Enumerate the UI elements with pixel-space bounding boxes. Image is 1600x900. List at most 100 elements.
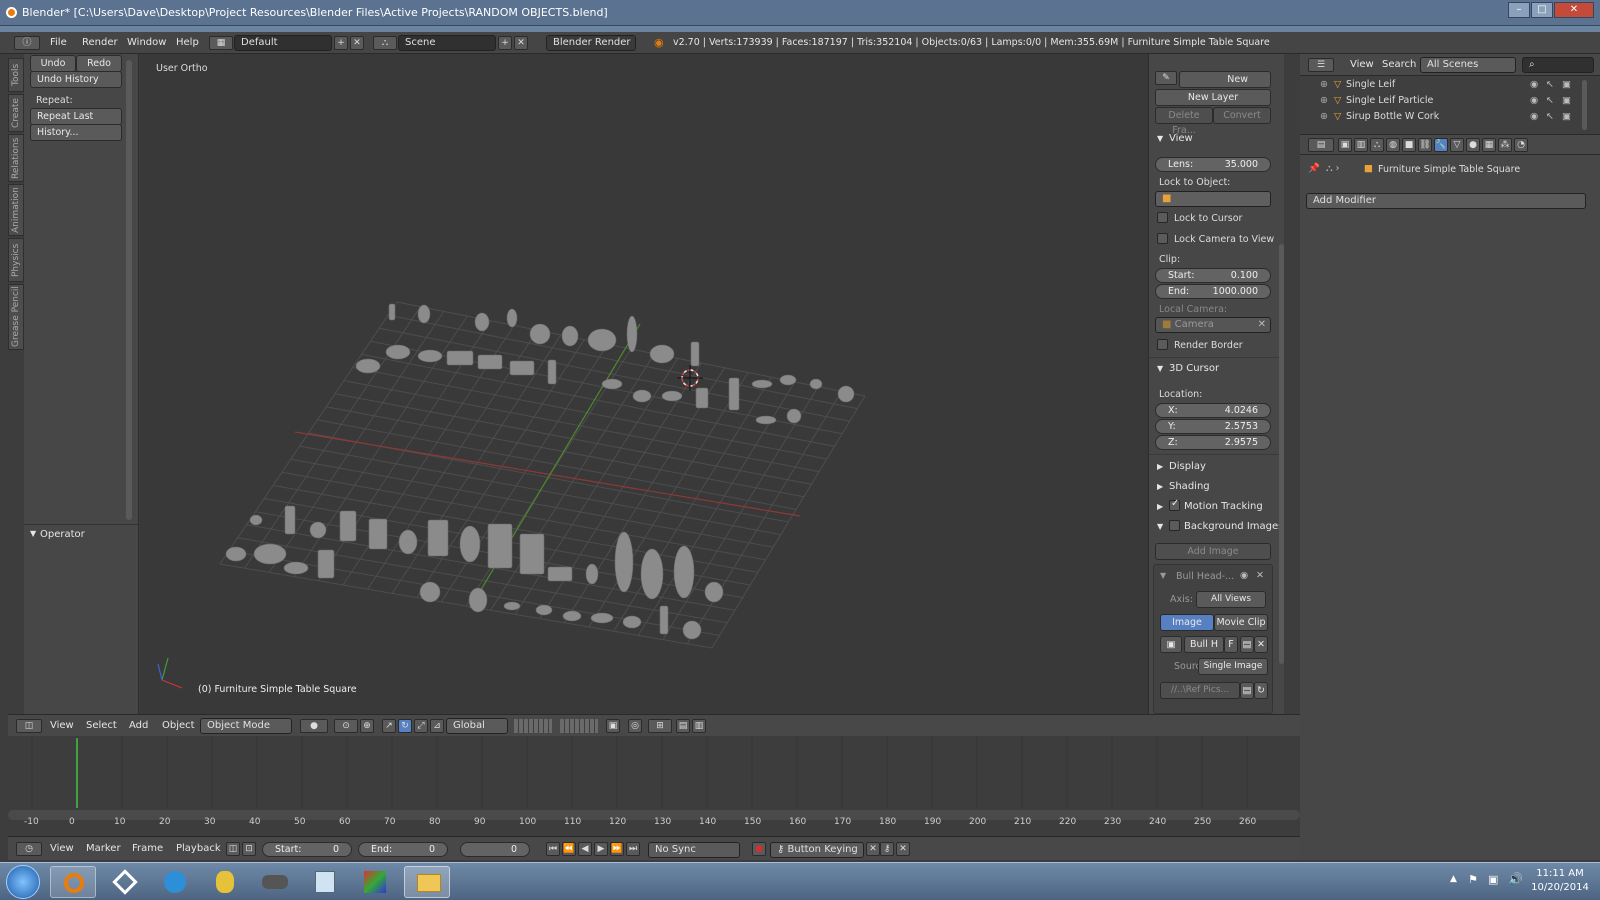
menu-window[interactable]: Window [127, 37, 166, 48]
current-frame-field[interactable]: 0 [460, 842, 530, 857]
axis-select[interactable]: All Views [1196, 591, 1266, 608]
open-image-icon[interactable]: ▤ [1240, 636, 1254, 653]
physics-context-icon[interactable]: ◔ [1514, 138, 1528, 152]
menu-help[interactable]: Help [176, 37, 199, 48]
taskbar-game-icon[interactable] [252, 866, 298, 898]
remove-layout-icon[interactable]: ✕ [350, 36, 364, 50]
display-panel-header[interactable]: Display [1169, 461, 1206, 472]
unlink-image-icon[interactable]: ✕ [1254, 636, 1268, 653]
bg-remove-icon[interactable]: ✕ [1256, 570, 1264, 581]
texture-context-icon[interactable]: ▦ [1482, 138, 1496, 152]
browse-path-icon[interactable]: ▤ [1240, 682, 1254, 699]
cursor-z-field[interactable]: Z: 2.9575 [1155, 435, 1271, 450]
remove-scene-icon[interactable]: ✕ [514, 36, 528, 50]
pivot-point-icon[interactable]: ⊙ [334, 719, 358, 733]
editor-type-3d-view-icon[interactable]: ◫ [16, 719, 42, 733]
editor-type-timeline-icon[interactable]: ◷ [16, 842, 42, 856]
taskbar-file-explorer-icon[interactable] [404, 866, 450, 898]
motion-tracking-header[interactable]: Motion Tracking [1184, 501, 1263, 512]
add-layout-icon[interactable]: + [334, 36, 348, 50]
render-engine-select[interactable]: Blender Render [546, 35, 636, 51]
interaction-mode-select[interactable]: Object Mode [200, 718, 292, 734]
tray-network-icon[interactable]: ▣ [1488, 873, 1498, 886]
jump-key-back-icon[interactable]: ⏪ [562, 842, 576, 856]
visibility-eye-icon[interactable]: ◉ [1530, 79, 1538, 90]
renderable-camera-icon[interactable]: ▣ [1562, 79, 1571, 90]
scene-context-icon[interactable]: ⛬ [1370, 138, 1384, 152]
translate-manipulator-icon[interactable]: ↗ [382, 719, 396, 733]
tray-flag-icon[interactable]: ⚑ [1468, 873, 1478, 886]
manipulator-toggle-icon[interactable]: ⊕ [360, 719, 374, 733]
constraints-context-icon[interactable]: ⛓ [1418, 138, 1432, 152]
sync-mode-select[interactable]: No Sync [648, 842, 740, 858]
lens-field[interactable]: Lens: 35.000 [1155, 157, 1271, 172]
clip-start-field[interactable]: Start: 0.100 [1155, 268, 1271, 283]
source-select[interactable]: Single Image [1198, 658, 1268, 675]
repeat-last-button[interactable]: Repeat Last [30, 108, 122, 125]
selectable-arrow-icon[interactable]: ↖ [1546, 95, 1554, 106]
play-reverse-icon[interactable]: ◀ [578, 842, 592, 856]
shading-panel-header[interactable]: Shading [1169, 481, 1210, 492]
start-frame-field[interactable]: Start: 0 [262, 842, 352, 857]
menu-select[interactable]: Select [86, 720, 117, 731]
lock-layers-icon[interactable]: ▣ [606, 719, 620, 733]
selectable-arrow-icon[interactable]: ↖ [1546, 111, 1554, 122]
clear-keying-icon[interactable]: ✕ [866, 842, 880, 856]
menu-frame[interactable]: Frame [132, 843, 163, 854]
material-context-icon[interactable]: ● [1466, 138, 1480, 152]
clock-time[interactable]: 11:11 AM [1530, 868, 1590, 879]
lock-range-icon[interactable]: ⊡ [242, 842, 256, 856]
jump-end-icon[interactable]: ⏭ [626, 842, 640, 856]
tray-volume-icon[interactable]: 🔊 [1508, 872, 1523, 886]
outliner-row[interactable]: ⊕ ▽ Single Leif ◉ ↖ ▣ [1300, 79, 1600, 95]
history-button[interactable]: History... [30, 124, 122, 141]
operator-panel-header[interactable]: Operator ▼ [24, 524, 139, 544]
timeline-editor[interactable]: -10 0 10 20 30 40 50 60 70 80 90 100 110 120 130 140 150… [8, 736, 1300, 836]
lock-camera-checkbox[interactable] [1157, 233, 1168, 244]
clock-date[interactable]: 10/20/2014 [1530, 882, 1590, 893]
add-modifier-select[interactable]: Add Modifier [1306, 193, 1586, 209]
tool-shelf-scrollbar[interactable] [126, 60, 132, 520]
render-context-icon[interactable]: ▣ [1338, 138, 1352, 152]
play-icon[interactable]: ▶ [594, 842, 608, 856]
preview-range-icon[interactable]: ◫ [226, 842, 240, 856]
visibility-eye-icon[interactable]: ◉ [1530, 111, 1538, 122]
tab-grease-pencil[interactable]: Grease Pencil [8, 284, 24, 350]
bg-visibility-eye-icon[interactable]: ◉ [1240, 570, 1248, 581]
axis-manipulator-icon[interactable]: ⊿ [430, 719, 444, 733]
screen-layout-icon[interactable]: ▦ [209, 36, 233, 50]
scene-canvas[interactable] [140, 54, 1148, 714]
local-camera-field[interactable]: ■ Camera ✕ [1155, 317, 1271, 333]
particles-context-icon[interactable]: ⁂ [1498, 138, 1512, 152]
tab-animation[interactable]: Animation [8, 184, 24, 236]
viewport-shading-icon[interactable]: ● [300, 719, 328, 733]
keying-set-field[interactable]: ⚷ Button Keying ... [770, 842, 864, 869]
outliner-row[interactable]: ⊕ ▽ Single Leif Particle ◉ ↖ ▣ [1300, 95, 1600, 111]
view-panel-header[interactable]: View [1169, 133, 1193, 144]
scene-icon[interactable]: ⛬ [373, 36, 397, 50]
background-images-checkbox[interactable] [1169, 520, 1180, 531]
tab-physics[interactable]: Physics [8, 238, 24, 282]
scene-layers-grid-2[interactable] [560, 719, 598, 733]
gp-new-layer-button[interactable]: New Layer [1155, 89, 1271, 106]
opengl-render-icon[interactable]: ▤ [676, 719, 690, 733]
object-context-icon[interactable]: ■ [1402, 138, 1416, 152]
tab-movie-clip-button[interactable]: Movie Clip [1214, 614, 1268, 631]
clear-camera-icon[interactable]: ✕ [1258, 318, 1266, 332]
grease-pencil-icon[interactable]: ✎ [1155, 71, 1177, 85]
menu-object[interactable]: Object [162, 720, 195, 731]
scale-manipulator-icon[interactable]: ⤢ [414, 719, 428, 733]
rotate-manipulator-icon[interactable]: ↻ [398, 719, 412, 733]
tab-tools[interactable]: Tools [8, 58, 24, 92]
close-window-button[interactable]: ✕ [1554, 2, 1594, 18]
menu-add[interactable]: Add [129, 720, 148, 731]
tab-relations[interactable]: Relations [8, 134, 24, 182]
data-context-icon[interactable]: ▽ [1450, 138, 1464, 152]
scene-field[interactable]: Scene [398, 35, 496, 51]
reload-image-icon[interactable]: ↻ [1254, 682, 1268, 699]
lock-object-field[interactable]: ■ [1155, 191, 1271, 207]
selectable-arrow-icon[interactable]: ↖ [1546, 79, 1554, 90]
gp-new-button[interactable]: New [1179, 71, 1271, 88]
taskbar-image-editor-icon[interactable] [302, 866, 348, 898]
visibility-eye-icon[interactable]: ◉ [1530, 95, 1538, 106]
